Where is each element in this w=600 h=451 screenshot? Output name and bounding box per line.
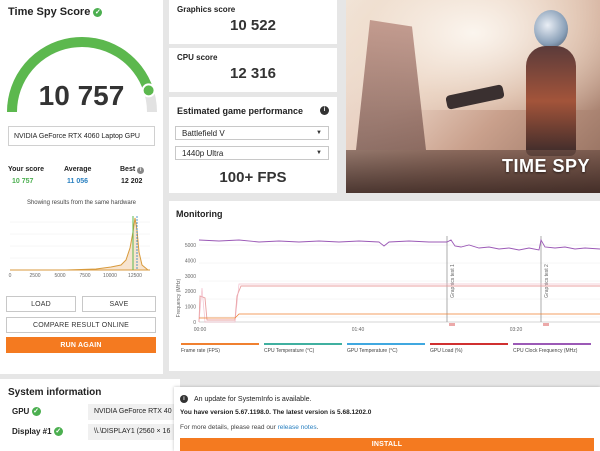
game-select[interactable]: Battlefield V ▼ (175, 126, 329, 140)
legend-swatch (513, 343, 591, 345)
cpu-score-label: CPU score (177, 53, 218, 62)
preset-select-value: 1440p Ultra (182, 148, 224, 158)
monitoring-chart: Frequency (MHz) 5000 4000 3000 2000 1000 0 00… (176, 236, 600, 333)
distribution-tick-label: 0 (9, 273, 12, 279)
your-score-value: 10 757 (12, 178, 34, 185)
game-select-value: Battlefield V (182, 128, 225, 138)
best-label-text: Best (120, 166, 136, 173)
info-icon[interactable]: i (137, 167, 145, 174)
graphics-score-card: Graphics score 10 522 (169, 0, 337, 44)
distribution-tick-label: 10000 (103, 273, 117, 279)
update-title-row: i An update for SystemInfo is available. (180, 395, 311, 403)
gpu-name: NVIDIA GeForce RTX 4060 Laptop GPU (8, 126, 155, 146)
legend-swatch (181, 343, 259, 345)
update-title: An update for SystemInfo is available. (193, 395, 312, 403)
install-button[interactable]: INSTALL (180, 438, 594, 451)
total-score: 10 757 (38, 80, 125, 111)
test-marker-2-label: Graphics test 2 (544, 264, 550, 298)
graphics-score-label: Graphics score (177, 5, 236, 14)
info-icon[interactable]: i (320, 106, 329, 115)
best-label: Best i (120, 166, 145, 174)
distribution-tick-label: 12500 (128, 273, 142, 279)
y-axis-label: Frequency (MHz) (176, 278, 182, 317)
average-value: 11 056 (67, 178, 89, 185)
gpu-load-line (198, 283, 600, 323)
update-version: You have version 5.67.1198.0. The latest… (180, 409, 372, 416)
score-panel: Time Spy Score ✓ 10 757 NVIDIA GeForce R… (0, 0, 163, 374)
legend-label[interactable]: CPU Clock Frequency (MHz) (513, 348, 577, 354)
legend-label[interactable]: Frame rate (FPS) (181, 348, 220, 354)
cpu-score-value: 12 316 (230, 65, 276, 82)
gpu-row-label: GPU ✓ (12, 407, 41, 417)
check-icon: ✓ (31, 407, 41, 417)
details-prefix: For more details, please read our (180, 424, 278, 431)
y-tick-label: 0 (193, 320, 196, 326)
chevron-down-icon: ▼ (316, 130, 322, 136)
y-tick-label: 3000 (185, 274, 196, 280)
frame-rate-line (199, 313, 600, 319)
banner-figure (516, 10, 586, 160)
graphics-score-value: 10 522 (230, 17, 276, 34)
score-distribution-chart: 0 2500 5000 7500 10000 12500 (9, 216, 150, 279)
distribution-tick-label: 5000 (54, 273, 65, 279)
details-suffix: . (316, 424, 319, 431)
distribution-ticks: 0 2500 5000 7500 10000 12500 (9, 273, 143, 279)
hardware-note: Showing results from the same hardware (26, 200, 137, 206)
x-tick-label: 03:20 (510, 327, 523, 333)
update-details: For more details, please read our releas… (180, 424, 318, 431)
x-axis-ticks: 00:00 01:40 03:20 (194, 327, 523, 333)
banner-title: TIME SPY (502, 156, 591, 176)
game-performance-card: Estimated game performance i Battlefield… (169, 97, 337, 193)
check-icon: ✓ (93, 7, 103, 17)
monitoring-panel: Monitoring Frequency (MHz) 5000 4000 3000 2… (169, 201, 600, 371)
y-tick-label: 1000 (185, 305, 196, 311)
fps-estimate: 100+ FPS (219, 169, 287, 186)
display-label: Display #1 (12, 427, 52, 436)
distribution-tick-label: 7500 (79, 273, 90, 279)
x-tick-label: 00:00 (194, 327, 207, 333)
score-title: Time Spy Score ✓ (8, 6, 103, 18)
gpu-label: GPU (12, 407, 30, 416)
legend-label[interactable]: GPU Load (%) (430, 348, 463, 354)
system-info-panel: System information GPU ✓ NVIDIA GeForce … (0, 379, 180, 451)
y-tick-label: 5000 (185, 243, 196, 249)
legend-swatch (347, 343, 425, 345)
chevron-down-icon: ▼ (316, 150, 322, 156)
best-value: 12 202 (121, 178, 143, 185)
game-performance-title: Estimated game performance (177, 106, 304, 116)
release-notes-link[interactable]: release notes (278, 424, 317, 431)
monitoring-title: Monitoring (176, 209, 223, 219)
your-score-label: Your score (8, 166, 45, 173)
system-info-title: System information (8, 387, 102, 398)
display-row-label: Display #1 ✓ (12, 427, 63, 437)
gpu-clock-line (198, 285, 600, 323)
save-button[interactable]: SAVE (82, 296, 156, 312)
y-tick-label: 2000 (185, 289, 196, 295)
update-notification: i An update for SystemInfo is available.… (174, 387, 600, 451)
check-icon: ✓ (53, 427, 63, 437)
time-spy-banner: TIME SPY (346, 0, 600, 193)
y-tick-label: 4000 (185, 258, 196, 264)
info-icon: i (180, 395, 188, 403)
display-value: \\.\DISPLAY1 (2560 × 16 (88, 424, 180, 440)
legend-label[interactable]: CPU Temperature (°C) (264, 348, 314, 354)
legend-swatch (430, 343, 508, 345)
distribution-area (10, 217, 150, 271)
x-tick-label: 01:40 (352, 327, 365, 333)
load-button[interactable]: LOAD (6, 296, 76, 312)
cpu-score-card: CPU score 12 316 (169, 48, 337, 92)
legend-label[interactable]: GPU Temperature (°C) (347, 348, 398, 354)
distribution-tick-label: 2500 (29, 273, 40, 279)
test-marker-1-label: Graphics test 1 (450, 264, 456, 298)
compare-online-button[interactable]: COMPARE RESULT ONLINE (6, 317, 156, 333)
score-title-text: Time Spy Score (8, 6, 91, 18)
average-label: Average (64, 166, 92, 173)
gpu-value: NVIDIA GeForce RTX 40 (88, 404, 180, 420)
legend-swatch (264, 343, 342, 345)
preset-select[interactable]: 1440p Ultra ▼ (175, 146, 329, 160)
y-axis-ticks: 5000 4000 3000 2000 1000 0 (185, 243, 196, 326)
run-again-button[interactable]: RUN AGAIN (6, 337, 156, 353)
